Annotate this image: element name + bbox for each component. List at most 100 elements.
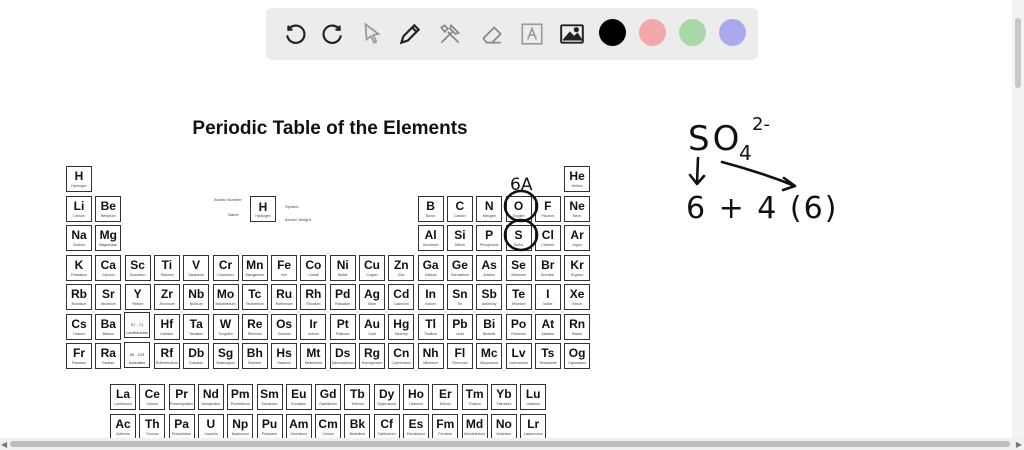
text-icon[interactable] bbox=[516, 18, 548, 50]
horizontal-scroll-thumb[interactable] bbox=[10, 441, 1010, 447]
element-symbol: Rb bbox=[71, 287, 87, 301]
element-symbol: In bbox=[425, 287, 436, 301]
element-symbol: Eu bbox=[291, 387, 307, 401]
element-sb: Sb Antimony bbox=[476, 284, 503, 310]
element-name: Mercury bbox=[394, 331, 408, 336]
element-name: Copper bbox=[366, 272, 378, 277]
element-name: Hassium bbox=[277, 361, 291, 365]
element-symbol: S bbox=[514, 228, 523, 242]
element-symbol: Gd bbox=[319, 387, 337, 401]
element-name: Tin bbox=[457, 302, 463, 306]
element-name: Thallium bbox=[423, 331, 438, 336]
element-symbol: I bbox=[546, 287, 550, 301]
color-swatch-green[interactable] bbox=[679, 19, 706, 46]
color-swatch-pink[interactable] bbox=[639, 19, 666, 46]
element-name: Nickel bbox=[337, 272, 348, 277]
element-ba: Ba Barium bbox=[95, 313, 122, 340]
color-swatch-purple[interactable] bbox=[719, 19, 746, 46]
element-symbol: Og bbox=[568, 346, 586, 360]
element-name: Praseodymium bbox=[169, 402, 194, 406]
element-si: Si Silicon bbox=[446, 225, 473, 251]
element-name: Gold bbox=[368, 331, 376, 336]
element-name: Francium bbox=[71, 361, 87, 365]
element-name: Tantalum bbox=[189, 331, 204, 336]
element-symbol: Tb bbox=[350, 387, 365, 401]
element-symbol: Nb bbox=[188, 287, 205, 301]
element-name: Rhodium bbox=[306, 302, 321, 306]
element-og: Og Oganesson bbox=[564, 343, 591, 369]
element-name: Palladium bbox=[335, 302, 351, 306]
element-name: Cesium bbox=[73, 331, 85, 336]
element-ar: Ar Argon bbox=[564, 225, 591, 251]
element-br: Br Bromine bbox=[534, 254, 561, 281]
element-symbol: Cr bbox=[218, 257, 233, 272]
element-name: Actinium bbox=[116, 432, 130, 436]
element-name: Boron bbox=[425, 213, 436, 218]
formula-subscript: 4 bbox=[739, 141, 752, 165]
element-co: Co Cobalt bbox=[300, 254, 327, 281]
element-symbol: Er bbox=[438, 387, 452, 401]
element-he: He Helium bbox=[564, 166, 591, 192]
element-symbol: Db bbox=[188, 346, 205, 360]
element-symbol: Bh bbox=[246, 346, 263, 360]
element-name: Copernicium bbox=[391, 361, 412, 365]
color-swatch-black[interactable] bbox=[599, 19, 626, 46]
undo-icon[interactable] bbox=[280, 18, 312, 50]
redo-icon[interactable] bbox=[316, 18, 348, 50]
scroll-left-icon[interactable]: ◀ bbox=[1, 440, 7, 449]
element-symbol: Es bbox=[408, 417, 424, 431]
element-symbol: Cu bbox=[364, 257, 380, 272]
element-symbol: Mo bbox=[216, 287, 235, 301]
vertical-scroll-thumb[interactable] bbox=[1015, 18, 1021, 88]
element-cs: Cs Cesium bbox=[66, 313, 92, 340]
element-symbol: Nd bbox=[202, 387, 219, 401]
key-symbol: H bbox=[258, 200, 268, 214]
element-zr: Zr Zirconium bbox=[153, 284, 180, 310]
element-name: Platinum bbox=[335, 331, 350, 336]
key-symbol-label: Symbol bbox=[285, 204, 299, 209]
element-symbol: B bbox=[426, 198, 435, 213]
element-symbol: F bbox=[544, 198, 552, 213]
element-symbol: Cs bbox=[71, 316, 87, 331]
element-symbol: Dy bbox=[379, 387, 395, 401]
element-hg: Hg Mercury bbox=[388, 313, 415, 340]
element-symbol: Al bbox=[424, 228, 437, 242]
vertical-scrollbar[interactable] bbox=[1012, 0, 1024, 438]
element-symbol: Ga bbox=[422, 257, 439, 272]
element-symbol: O bbox=[513, 198, 524, 213]
element-fr: Fr Francium bbox=[66, 343, 92, 369]
pen-icon[interactable] bbox=[394, 18, 426, 50]
element-name: Lithium bbox=[73, 213, 85, 218]
element-hf: Hf Hafnium bbox=[153, 313, 180, 340]
image-icon[interactable] bbox=[556, 18, 588, 50]
key-atomic-number-label: Atomic Number bbox=[214, 197, 242, 202]
element-symbol: Ba bbox=[100, 316, 116, 331]
element-lu: Lu Lutetium bbox=[520, 384, 547, 410]
element-symbol: Lv bbox=[511, 346, 526, 360]
element-name: Xenon bbox=[572, 302, 583, 306]
element-name: Neptunium bbox=[231, 432, 249, 436]
element-name: Dysprosium bbox=[377, 402, 396, 406]
element-symbol: Cn bbox=[393, 346, 410, 360]
element-symbol: Tm bbox=[465, 387, 484, 401]
element-symbol: Sn bbox=[452, 287, 468, 301]
horizontal-scrollbar[interactable]: ◀ ▶ bbox=[0, 438, 1024, 450]
element-mc: Mc Moscovium bbox=[476, 343, 503, 369]
element-tm: Tm Thulium bbox=[461, 384, 488, 410]
element-symbol: Np bbox=[232, 417, 249, 431]
element-name: Magnesium bbox=[99, 243, 118, 247]
element-cl: Cl Chlorine bbox=[534, 225, 561, 251]
element-name: Arsenic bbox=[483, 272, 496, 277]
element-po: Po Polonium bbox=[505, 313, 532, 340]
element-symbol: Yb bbox=[496, 387, 512, 401]
element-name: Neodymium bbox=[201, 402, 221, 406]
element-ra: Ra Radium bbox=[95, 343, 122, 369]
element-symbol: Po bbox=[510, 316, 527, 331]
element-name: Titanium bbox=[160, 272, 174, 277]
select-pointer-icon[interactable] bbox=[356, 18, 388, 50]
element-name: Protactinium bbox=[171, 432, 192, 436]
scroll-right-icon[interactable]: ▶ bbox=[1016, 440, 1022, 449]
tools-icon[interactable] bbox=[434, 18, 466, 50]
eraser-icon[interactable] bbox=[476, 18, 508, 50]
element-name: Mendelevium bbox=[464, 432, 485, 436]
